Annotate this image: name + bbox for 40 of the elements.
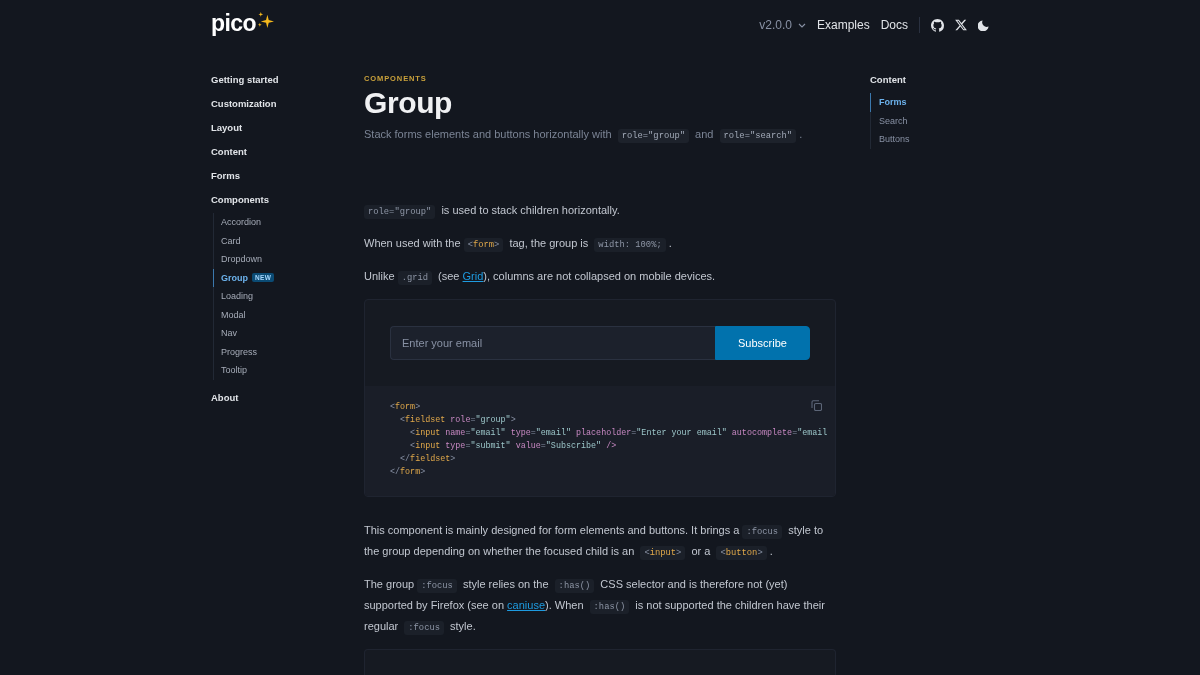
code-line: <form> bbox=[390, 401, 421, 414]
link[interactable]: Grid bbox=[462, 270, 484, 282]
paragraph: When used with the <form> tag, the group is width: 100%; . bbox=[364, 236, 673, 254]
toc-title: Content bbox=[870, 74, 907, 86]
toc-link[interactable]: Buttons bbox=[870, 130, 989, 149]
sidebar-sublink[interactable]: Dropdown bbox=[213, 250, 364, 269]
sidebar-link[interactable]: Customization bbox=[211, 92, 277, 116]
logo-link[interactable]: pico bbox=[211, 12, 274, 35]
sidebar-link[interactable]: Layout bbox=[211, 116, 243, 140]
link[interactable]: caniuse bbox=[507, 599, 545, 611]
version-dropdown[interactable]: v2.0.0 bbox=[759, 16, 806, 34]
github-icon[interactable] bbox=[931, 18, 944, 32]
sidebar-link[interactable]: Content bbox=[211, 140, 247, 164]
code-line: </fieldset> bbox=[400, 453, 456, 466]
code-line: <fieldset role="group"> bbox=[400, 414, 516, 427]
code-line: </form> bbox=[390, 466, 426, 479]
sparkle-icon bbox=[256, 12, 274, 29]
subscribe-button[interactable]: Subscribe bbox=[715, 326, 810, 360]
paragraph: role="group" is used to stack children horizontally. bbox=[364, 200, 836, 221]
paragraph: This component is mainly designed for form elements and buttons. It brings a :focus style to the group depending on whether the focused child is an <input> or a <button> . bbox=[364, 523, 825, 562]
moon-icon[interactable] bbox=[978, 19, 989, 31]
sidebar-link[interactable]: Forms bbox=[211, 164, 241, 188]
code-line: <input name="email" type="email" placeholder="Enter your email" autocomplete="email bbox=[410, 427, 828, 440]
nav-link[interactable]: Examples bbox=[816, 16, 870, 34]
page-subtitle: Stack forms elements and buttons horizontally with role="group" and role="search" . bbox=[364, 127, 803, 144]
paragraph: The group :focus style relies on the :has() CSS selector and is therefore not (yet) supported by Firefox (see on caniuse). When :has() is not supported the children have their regular :focus style. bbox=[364, 577, 826, 637]
copy-icon[interactable] bbox=[811, 400, 822, 411]
page-title: Group bbox=[364, 86, 453, 120]
code-line: <input type="submit" value="Subscribe" /> bbox=[410, 440, 617, 453]
sidebar-link[interactable]: About bbox=[211, 385, 239, 410]
x-icon[interactable] bbox=[955, 19, 967, 31]
sidebar-link[interactable]: Components bbox=[211, 188, 270, 212]
email-field[interactable]: Enter your email bbox=[390, 326, 715, 360]
sidebar-sublink[interactable]: Card bbox=[213, 231, 364, 250]
chevron-down-icon bbox=[797, 22, 806, 28]
toc-link[interactable]: Forms bbox=[870, 93, 989, 112]
sidebar-link[interactable]: Getting started bbox=[211, 68, 279, 92]
paragraph: Unlike .grid (see Grid), columns are not collapsed on mobile devices. bbox=[364, 269, 717, 287]
toc-link[interactable]: Search bbox=[870, 111, 989, 130]
nav-link[interactable]: Docs bbox=[880, 16, 908, 34]
